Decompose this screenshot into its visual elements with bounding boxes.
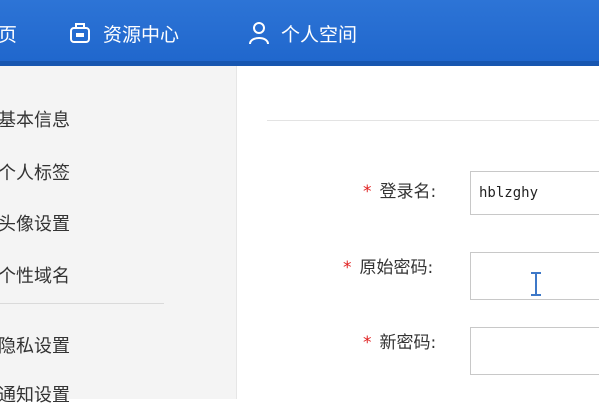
section-divider bbox=[267, 120, 599, 121]
text-cursor-icon bbox=[531, 272, 541, 296]
new-password-input[interactable] bbox=[470, 327, 599, 375]
old-password-label-text: 原始密码: bbox=[359, 258, 434, 278]
sidebar-item-privacy-settings[interactable]: 隐私设置 bbox=[0, 334, 70, 360]
required-mark: * bbox=[343, 258, 352, 278]
login-name-input[interactable] bbox=[470, 171, 599, 215]
nav-resource-center[interactable]: 资源中心 bbox=[68, 18, 179, 48]
new-password-label-text: 新密码: bbox=[379, 333, 437, 353]
nav-resource-label: 资源中心 bbox=[103, 23, 180, 46]
nav-personal-space[interactable]: 个人空间 bbox=[248, 18, 357, 48]
settings-sidebar: 基本信息 个人标签 头像设置 个性域名 隐私设置 通知设置 bbox=[0, 66, 237, 406]
account-form-panel: * 登录名: * 原始密码: * 新密码: bbox=[237, 66, 599, 399]
required-mark: * bbox=[363, 333, 372, 353]
nav-home-label: 页 bbox=[0, 23, 18, 46]
new-password-label: * 新密码: bbox=[363, 329, 436, 357]
sidebar-item-personal-tags[interactable]: 个人标签 bbox=[0, 161, 70, 187]
sidebar-item-custom-domain[interactable]: 个性域名 bbox=[0, 264, 70, 290]
sidebar-divider bbox=[0, 303, 164, 304]
sidebar-item-notification-settings[interactable]: 通知设置 bbox=[0, 383, 70, 409]
nav-home[interactable]: 页 bbox=[0, 18, 17, 48]
user-icon bbox=[248, 21, 270, 45]
login-name-label-text: 登录名: bbox=[379, 182, 437, 202]
sidebar-item-avatar-settings[interactable]: 头像设置 bbox=[0, 212, 70, 238]
login-name-label: * 登录名: bbox=[363, 178, 436, 206]
nav-space-label: 个人空间 bbox=[281, 23, 358, 46]
required-mark: * bbox=[363, 182, 372, 202]
top-navigation-bar: 页 资源中心 个人空间 bbox=[0, 0, 599, 66]
sidebar-item-basic-info[interactable]: 基本信息 bbox=[0, 108, 70, 134]
old-password-label: * 原始密码: bbox=[343, 254, 433, 282]
resource-icon bbox=[68, 21, 92, 45]
